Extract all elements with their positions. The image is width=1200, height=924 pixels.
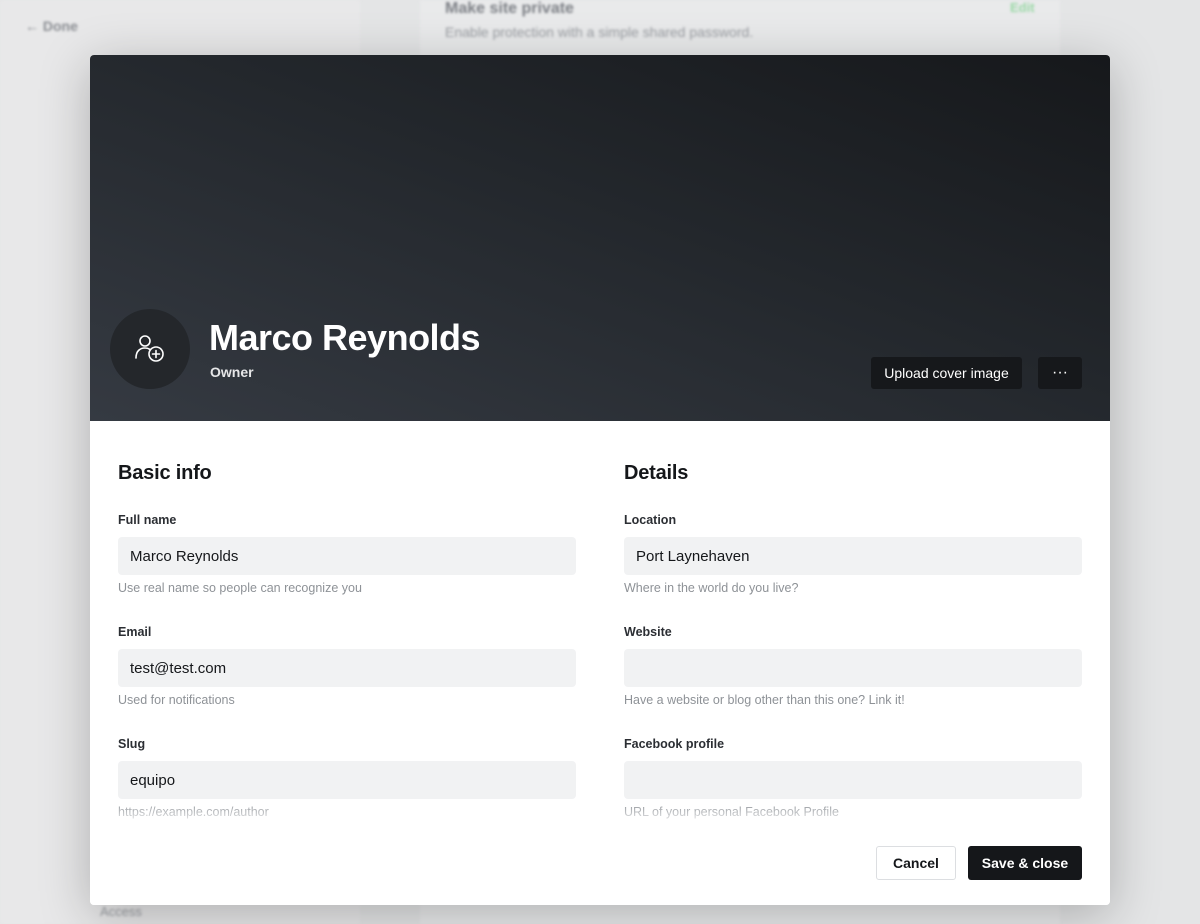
email-hint: Used for notifications	[118, 693, 235, 707]
location-label: Location	[624, 513, 677, 527]
facebook-profile-field: Facebook profile URL of your personal Fa…	[624, 737, 1082, 819]
location-input[interactable]	[624, 537, 1082, 575]
profile-name: Marco Reynolds	[209, 317, 481, 358]
email-label: Email	[118, 625, 152, 639]
background-setting-description: Enable protection with a simple shared p…	[445, 24, 754, 40]
facebook-profile-input[interactable]	[624, 761, 1082, 799]
save-and-close-button[interactable]: Save & close	[968, 846, 1082, 880]
background-sidebar-access: Access	[100, 904, 142, 919]
add-user-icon	[135, 335, 164, 362]
full-name-hint: Use real name so people can recognize yo…	[118, 581, 362, 595]
avatar-upload[interactable]	[110, 309, 190, 389]
slug-input[interactable]	[118, 761, 576, 799]
facebook-profile-hint: URL of your personal Facebook Profile	[624, 805, 839, 819]
background-setting-title: Make site private	[445, 0, 574, 17]
email-field: Email Used for notifications	[118, 625, 576, 707]
full-name-label: Full name	[118, 513, 177, 527]
profile-role: Owner	[210, 364, 254, 380]
upload-cover-image-button[interactable]: Upload cover image	[871, 357, 1022, 389]
slug-hint: https://example.com/author	[118, 805, 269, 819]
background-done-link: ← Done	[25, 18, 78, 34]
slug-label: Slug	[118, 737, 146, 751]
website-input[interactable]	[624, 649, 1082, 687]
full-name-input[interactable]	[118, 537, 576, 575]
location-field: Location Where in the world do you live?	[624, 513, 1082, 595]
details-title: Details	[624, 462, 689, 484]
website-field: Website Have a website or blog other tha…	[624, 625, 1082, 707]
cancel-button[interactable]: Cancel	[876, 846, 956, 880]
location-hint: Where in the world do you live?	[624, 581, 799, 595]
email-input[interactable]	[118, 649, 576, 687]
website-label: Website	[624, 625, 672, 639]
more-actions-button[interactable]: ···	[1038, 357, 1082, 389]
background-edit-link: Edit	[1010, 0, 1035, 15]
profile-form: Basic info Full name Use real name so pe…	[90, 421, 1110, 821]
cover-image-area: Marco Reynolds Owner Upload cover image …	[90, 55, 1110, 421]
facebook-profile-label: Facebook profile	[624, 737, 725, 751]
basic-info-title: Basic info	[118, 462, 212, 484]
profile-modal: Marco Reynolds Owner Upload cover image …	[90, 55, 1110, 905]
website-hint: Have a website or blog other than this o…	[624, 693, 905, 707]
full-name-field: Full name Use real name so people can re…	[118, 513, 576, 595]
slug-field: Slug https://example.com/author	[118, 737, 576, 819]
modal-footer: Cancel Save & close	[90, 821, 1110, 905]
